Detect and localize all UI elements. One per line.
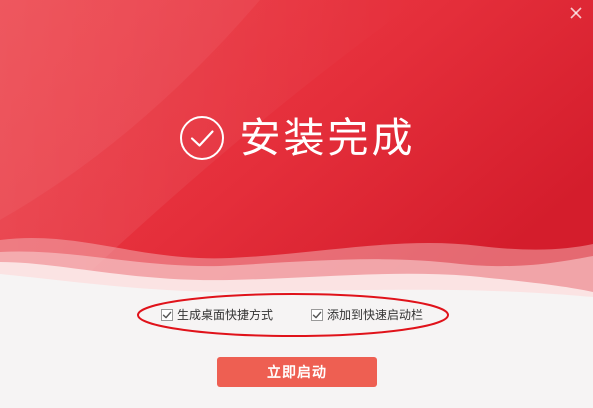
quick-launch-option[interactable]: 添加到快速启动栏: [311, 305, 423, 325]
quick-launch-label: 添加到快速启动栏: [327, 308, 424, 322]
desktop-shortcut-checkbox[interactable]: [161, 309, 173, 321]
launch-now-button[interactable]: 立即启动: [217, 357, 377, 387]
checkmark-circle-icon: [178, 114, 226, 162]
desktop-shortcut-option[interactable]: 生成桌面快捷方式: [161, 305, 273, 325]
checkmark-icon: [312, 311, 322, 319]
close-icon: [570, 7, 582, 19]
checkmark-icon: [162, 311, 172, 319]
install-complete-status: 安装完成: [0, 108, 593, 168]
quick-launch-checkbox[interactable]: [311, 309, 323, 321]
close-button[interactable]: [567, 4, 585, 22]
desktop-shortcut-label: 生成桌面快捷方式: [177, 308, 274, 322]
installer-window: 安装完成 生成桌面快捷方式 添加到快速启动栏 立即启动: [0, 0, 593, 408]
install-options: 生成桌面快捷方式 添加到快速启动栏: [0, 305, 593, 325]
install-complete-title: 安装完成: [239, 114, 416, 162]
